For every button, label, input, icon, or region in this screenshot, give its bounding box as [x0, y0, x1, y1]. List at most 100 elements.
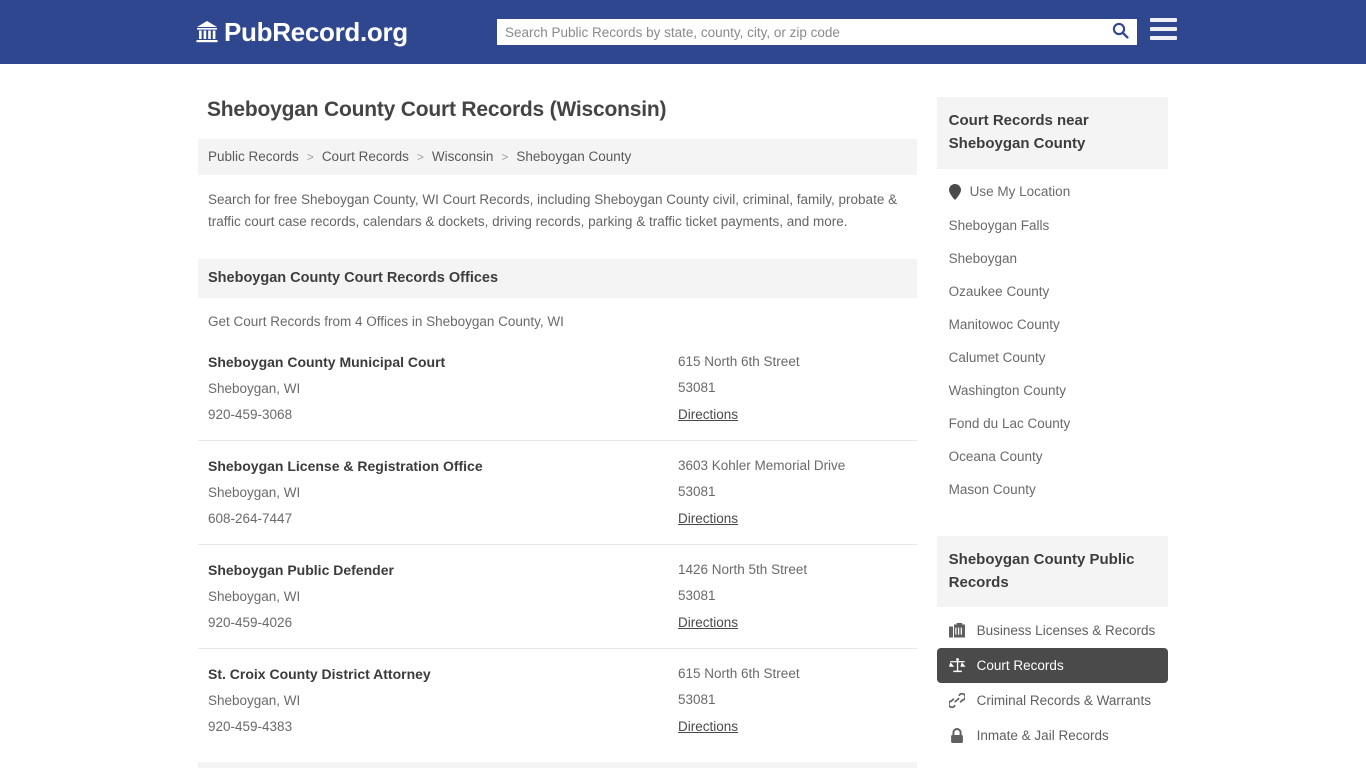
- search-input[interactable]: [497, 19, 1103, 45]
- sidebar-item-label: Fond du Lac County: [948, 415, 1071, 431]
- sidebar-item-label: Sheboygan Falls: [948, 217, 1050, 233]
- breadcrumb: Public Records > Court Records > Wiscons…: [198, 139, 917, 175]
- office-details: Sheboygan License & Registration Office …: [208, 458, 678, 528]
- table-row: St. Croix County District Attorney Shebo…: [198, 649, 917, 752]
- sidebar-item-label: Criminal Records & Warrants: [976, 693, 1151, 708]
- office-zip: 53081: [678, 379, 716, 395]
- office-city-state: Sheboygan, WI: [208, 380, 301, 396]
- breadcrumb-item-court-records[interactable]: Court Records: [322, 149, 409, 164]
- office-city-state: Sheboygan, WI: [208, 692, 301, 708]
- office-city-state: Sheboygan, WI: [208, 484, 301, 500]
- hamburger-menu-icon[interactable]: [1150, 18, 1177, 40]
- sidebar-item-calumet-county[interactable]: Calumet County: [937, 341, 1168, 374]
- page-intro-text: Search for free Sheboygan County, WI Cou…: [208, 192, 898, 229]
- table-row: Sheboygan License & Registration Office …: [198, 441, 917, 545]
- sidebar-item-label: Sheboygan: [948, 250, 1017, 266]
- briefcase-icon: [949, 622, 966, 639]
- offices-list: Sheboygan County Municipal Court Sheboyg…: [198, 337, 917, 752]
- sidebar-item-oceana-county[interactable]: Oceana County: [937, 440, 1168, 473]
- lock-icon: [949, 727, 966, 744]
- map-pin-icon: [948, 183, 961, 200]
- sidebar-item-inmate-jail-records[interactable]: Inmate & Jail Records: [937, 718, 1168, 753]
- sidebar-heading-near: Court Records near Sheboygan County: [936, 97, 1168, 169]
- site-logo-text: PubRecord.org: [224, 16, 408, 47]
- office-zip: 53081: [678, 691, 716, 707]
- sidebar-item-use-my-location[interactable]: Use My Location: [937, 175, 1168, 209]
- office-name: St. Croix County District Attorney: [208, 665, 431, 682]
- sidebar-item-label: Calumet County: [948, 349, 1046, 365]
- office-address: 3603 Kohler Memorial Drive 53081 Directi…: [678, 458, 907, 528]
- sidebar-item-manitowoc-county[interactable]: Manitowoc County: [937, 308, 1168, 341]
- sidebar-item-label: Use My Location: [969, 184, 1071, 199]
- breadcrumb-separator: >: [501, 149, 509, 164]
- search-bar: [497, 19, 1137, 45]
- sidebar-item-sheboygan-falls[interactable]: Sheboygan Falls: [937, 209, 1168, 242]
- office-address: 615 North 6th Street 53081 Directions: [678, 666, 907, 736]
- breadcrumb-item-public-records[interactable]: Public Records: [208, 149, 299, 164]
- sidebar-item-ozaukee-county[interactable]: Ozaukee County: [937, 275, 1168, 308]
- bank-building-icon: [196, 20, 218, 44]
- search-button[interactable]: [1103, 19, 1137, 45]
- sidebar-item-business-licenses[interactable]: Business Licenses & Records: [937, 613, 1168, 648]
- site-logo[interactable]: PubRecord.org: [196, 17, 408, 48]
- search-icon: [1112, 22, 1129, 42]
- breadcrumb-separator: >: [416, 149, 424, 164]
- directions-link[interactable]: Directions: [678, 407, 738, 422]
- main-column: Sheboygan County Court Records (Wisconsi…: [198, 86, 917, 768]
- sidebar-heading-public-records: Sheboygan County Public Records: [936, 535, 1168, 607]
- office-name: Sheboygan County Municipal Court: [208, 353, 446, 370]
- directions-link[interactable]: Directions: [678, 511, 738, 526]
- sidebar-item-label: Manitowoc County: [948, 316, 1060, 332]
- office-street: 615 North 6th Street: [678, 665, 800, 681]
- sidebar: Court Records near Sheboygan County Use …: [936, 86, 1168, 768]
- sidebar-item-label: Mason County: [948, 481, 1036, 497]
- office-details: St. Croix County District Attorney Shebo…: [208, 666, 678, 736]
- content-container: Sheboygan County Court Records (Wisconsi…: [198, 64, 1168, 768]
- page-title: Sheboygan County Court Records (Wisconsi…: [207, 98, 667, 121]
- sidebar-item-label: Washington County: [948, 382, 1066, 398]
- sidebar-item-mason-county[interactable]: Mason County: [937, 473, 1168, 506]
- office-name: Sheboygan Public Defender: [208, 561, 394, 578]
- table-row: Sheboygan Public Defender Sheboygan, WI …: [198, 545, 917, 649]
- office-address: 615 North 6th Street 53081 Directions: [678, 354, 907, 424]
- sidebar-item-label: Ozaukee County: [948, 283, 1050, 299]
- office-address: 1426 North 5th Street 53081 Directions: [678, 562, 907, 632]
- sidebar-item-washington-county[interactable]: Washington County: [937, 374, 1168, 407]
- office-details: Sheboygan Public Defender Sheboygan, WI …: [208, 562, 678, 632]
- sidebar-item-sheboygan[interactable]: Sheboygan: [937, 242, 1168, 275]
- office-phone: 608-264-7447: [208, 510, 293, 526]
- office-phone: 920-459-3068: [208, 406, 293, 422]
- office-phone: 920-459-4026: [208, 614, 293, 630]
- breadcrumb-item-wisconsin[interactable]: Wisconsin: [432, 149, 494, 164]
- offices-section-note: Get Court Records from 4 Offices in Sheb…: [208, 313, 564, 329]
- office-phone: 920-459-4383: [208, 718, 293, 734]
- site-header: PubRecord.org: [0, 0, 1366, 64]
- sidebar-item-label: Inmate & Jail Records: [976, 728, 1109, 743]
- sidebar-item-label: Oceana County: [948, 448, 1043, 464]
- sidebar-item-label: Court Records: [976, 658, 1064, 673]
- sidebar-near-list: Use My Location Sheboygan Falls Sheboyga…: [937, 169, 1168, 506]
- office-name: Sheboygan License & Registration Office: [208, 457, 483, 474]
- office-street: 615 North 6th Street: [678, 353, 800, 369]
- directions-link[interactable]: Directions: [678, 615, 738, 630]
- office-details: Sheboygan County Municipal Court Sheboyg…: [208, 354, 678, 424]
- sidebar-item-label: Business Licenses & Records: [976, 623, 1156, 638]
- table-row: Sheboygan County Municipal Court Sheboyg…: [198, 337, 917, 441]
- offices-section-heading: Sheboygan County Court Records Offices: [198, 258, 917, 298]
- sidebar-public-records-list: Business Licenses & Records Court Record…: [936, 607, 1168, 753]
- sidebar-item-criminal-records[interactable]: Criminal Records & Warrants: [937, 683, 1168, 718]
- directions-link[interactable]: Directions: [678, 719, 738, 734]
- page-body: Sheboygan County Court Records (Wisconsi…: [0, 64, 1366, 768]
- office-zip: 53081: [678, 483, 716, 499]
- office-street: 1426 North 5th Street: [678, 561, 808, 577]
- databases-section-heading: Sheboygan County Court Records Databases: [198, 761, 917, 768]
- office-city-state: Sheboygan, WI: [208, 588, 301, 604]
- scales-of-justice-icon: [948, 657, 966, 674]
- breadcrumb-item-sheboygan-county[interactable]: Sheboygan County: [516, 149, 631, 164]
- sidebar-item-fond-du-lac-county[interactable]: Fond du Lac County: [937, 407, 1168, 440]
- breadcrumb-separator: >: [306, 149, 314, 164]
- office-zip: 53081: [678, 587, 716, 603]
- handcuffs-icon: [949, 692, 966, 709]
- office-street: 3603 Kohler Memorial Drive: [678, 457, 846, 473]
- sidebar-item-court-records[interactable]: Court Records: [936, 648, 1168, 683]
